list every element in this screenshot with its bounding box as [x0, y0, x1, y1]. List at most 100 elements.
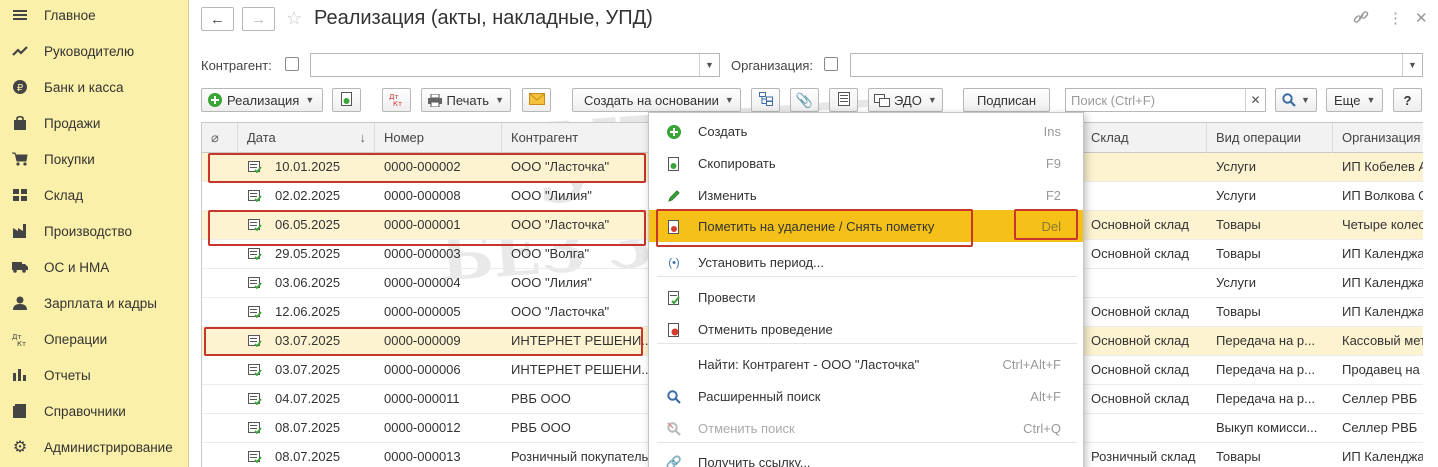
more-button[interactable]: Еще ▼ [1326, 88, 1383, 112]
more-vertical-icon[interactable]: ⋮ [1388, 9, 1403, 27]
menu-item-advanced-search[interactable]: Расширенный поиск Alt+F [649, 380, 1083, 412]
sidebar-item-main[interactable]: Главное [0, 0, 189, 33]
sidebar-item-reports[interactable]: Отчеты [0, 357, 189, 393]
report-button[interactable] [829, 88, 858, 112]
menu-item-mark-delete[interactable]: Пометить на удаление / Снять пометку Del [649, 210, 1083, 242]
arrow-left-icon: ← [210, 10, 225, 28]
pencil-icon [666, 188, 682, 204]
search-input[interactable]: Поиск (Ctrl+F) ✕ [1065, 88, 1266, 112]
organization-checkbox[interactable] [824, 57, 838, 71]
person-icon [12, 295, 28, 311]
menu-item-edit[interactable]: Изменить F2 [649, 179, 1083, 211]
cell-organization: ИП Волкова С [1342, 188, 1423, 203]
cell-date: 02.02.2025 [275, 188, 341, 203]
sidebar-item-operations[interactable]: Дт Кт Операции [0, 321, 189, 357]
cell-warehouse: Основной склад [1091, 304, 1189, 319]
sidebar-item-admin[interactable]: ⚙ Администрирование [0, 429, 189, 465]
column-label: Склад [1091, 130, 1129, 145]
truck-icon [12, 259, 28, 275]
sidebar: Главное Руководителю ₽ Банк и касса Прод… [0, 0, 189, 467]
back-button[interactable]: ← [201, 7, 234, 31]
sidebar-item-warehouse[interactable]: Склад [0, 177, 189, 213]
column-header-operation[interactable]: Вид операции [1207, 123, 1333, 153]
cell-date: 04.07.2025 [275, 391, 341, 406]
more-label: Еще [1334, 92, 1361, 108]
sidebar-item-salary[interactable]: Зарплата и кадры [0, 285, 189, 321]
close-icon[interactable]: ✕ [1415, 9, 1428, 27]
column-header-number[interactable]: Номер [375, 123, 502, 153]
menu-item-find-counterparty[interactable]: Найти: Контрагент - ООО "Ласточка" Ctrl+… [649, 348, 1083, 380]
sidebar-item-assets[interactable]: ОС и НМА [0, 249, 189, 285]
chevron-down-icon[interactable]: ▼ [1402, 54, 1422, 76]
cell-warehouse: Основной склад [1091, 246, 1189, 261]
menu-item-get-link[interactable]: 🔗 Получить ссылку... [649, 446, 1083, 467]
menu-item-label: Расширенный поиск [698, 389, 821, 404]
column-label: Организация [1342, 130, 1421, 145]
book-icon [12, 403, 28, 419]
cell-number: 0000-000009 [384, 333, 461, 348]
edo-button[interactable]: ЭДО ▼ [868, 88, 943, 112]
create-based-on-button[interactable]: Создать на основании ▼ [572, 88, 741, 112]
cell-organization: ИП Календжа [1342, 304, 1423, 319]
link-icon[interactable] [1353, 9, 1369, 30]
clear-icon[interactable]: ✕ [1245, 89, 1265, 111]
menu-item-create[interactable]: Создать Ins [649, 115, 1083, 147]
menu-item-cancel-search[interactable]: Отменить поиск Ctrl+Q [649, 412, 1083, 444]
cell-organization: Продавец на [1342, 362, 1420, 377]
dt-kt-button[interactable]: Дт Кт [382, 88, 411, 112]
organization-field[interactable]: ▼ [850, 53, 1423, 77]
create-realization-button[interactable]: Реализация ▼ [201, 88, 323, 112]
counterparty-field[interactable]: ▼ [310, 53, 720, 77]
copy-button[interactable] [332, 88, 361, 112]
menu-item-post[interactable]: Провести [649, 281, 1083, 313]
forward-button[interactable]: → [242, 7, 275, 31]
menu-item-set-period[interactable]: (•) Установить период... [649, 246, 1083, 278]
menu-item-label: Создать [698, 124, 748, 139]
cell-warehouse [1082, 269, 1207, 297]
sidebar-item-sales[interactable]: Продажи [0, 105, 189, 141]
column-header-organization[interactable]: Организация [1333, 123, 1423, 153]
realization-label: Реализация [227, 92, 300, 108]
print-button[interactable]: Печать ▼ [421, 88, 511, 112]
create-based-on-label: Создать на основании [584, 92, 719, 108]
column-header-date[interactable]: Дата ↓ [238, 123, 375, 153]
cell-number: 0000-000013 [384, 449, 461, 464]
menu-item-shortcut: Ins [1043, 124, 1061, 139]
organization-label: Организация: [731, 58, 814, 73]
menu-item-shortcut: Ctrl+Alt+F [1002, 357, 1061, 372]
chevron-down-icon[interactable]: ▼ [699, 54, 719, 76]
counterparty-checkbox[interactable] [285, 57, 299, 71]
attach-button[interactable]: 📎 [790, 88, 819, 112]
sidebar-item-label: Продажи [44, 115, 101, 131]
sidebar-item-purchases[interactable]: Покупки [0, 141, 189, 177]
sidebar-item-manager[interactable]: Руководителю [0, 33, 189, 69]
search-button[interactable]: ▼ [1275, 88, 1317, 112]
menu-item-label: Отменить проведение [698, 322, 833, 337]
link-icon: 🔗 [665, 455, 683, 467]
menu-separator [657, 343, 1077, 344]
email-button[interactable] [522, 88, 551, 112]
posted-document-icon [248, 219, 262, 231]
sidebar-item-production[interactable]: Производство [0, 213, 189, 249]
cell-organization: Четыре колес [1342, 217, 1423, 232]
menu-item-copy[interactable]: Скопировать F9 [649, 147, 1083, 179]
delete-mark-icon [666, 219, 682, 235]
posted-document-icon [248, 306, 262, 318]
structure-button[interactable] [751, 88, 780, 112]
dt-kt-icon: Дт Кт [12, 331, 28, 347]
column-header-warehouse[interactable]: Склад [1082, 123, 1207, 153]
arrow-right-icon: → [251, 10, 266, 28]
attachment-column-header[interactable]: ⌀ [202, 123, 238, 153]
menu-item-unpost[interactable]: Отменить проведение [649, 313, 1083, 345]
posted-document-icon [248, 393, 262, 405]
signed-button[interactable]: Подписан [963, 88, 1050, 112]
cell-operation: Товары [1216, 217, 1261, 232]
menu-item-label: Установить период... [698, 255, 824, 270]
sidebar-item-bank[interactable]: ₽ Банк и касса [0, 69, 189, 105]
cart-icon [12, 151, 28, 167]
posted-document-icon [248, 422, 262, 434]
cell-warehouse: Основной склад [1091, 333, 1189, 348]
favorite-star-icon[interactable]: ☆ [286, 8, 302, 29]
help-button[interactable]: ? [1393, 88, 1422, 112]
sidebar-item-catalogs[interactable]: Справочники [0, 393, 189, 429]
